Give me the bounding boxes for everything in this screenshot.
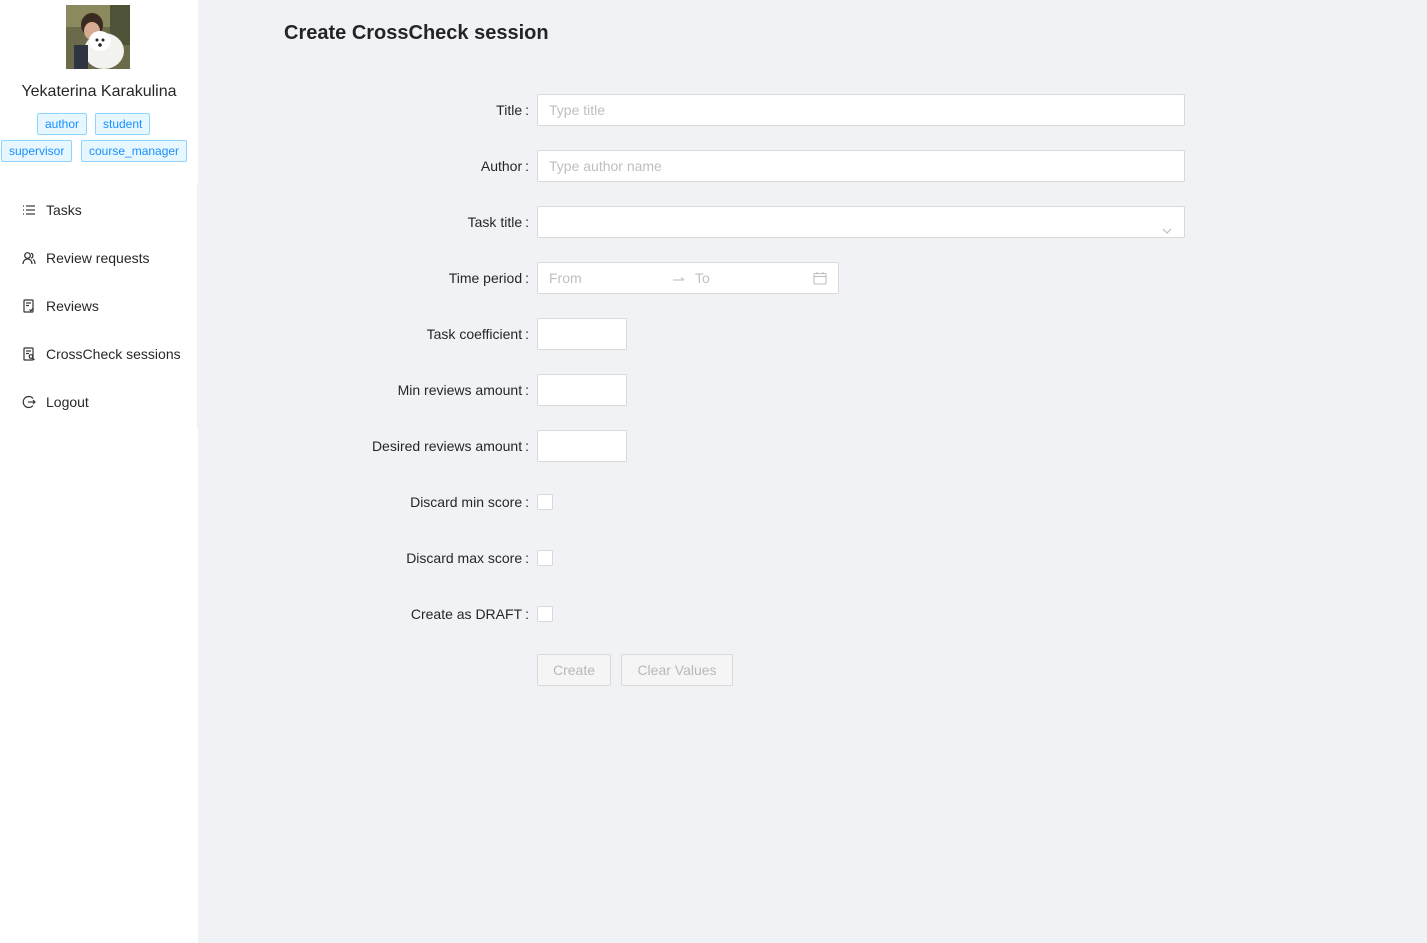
- form-row-task-coefficient: Task coefficient:: [198, 318, 1427, 350]
- task-title-select[interactable]: [537, 206, 1185, 238]
- chevron-down-icon: [1161, 217, 1173, 234]
- form-actions: Create Clear Values: [198, 654, 1427, 686]
- draft-label: Create as DRAFT:: [410, 606, 529, 622]
- form-row-task-title: Task title:: [198, 206, 1427, 238]
- discard-min-checkbox[interactable]: [537, 494, 553, 510]
- form-row-draft: Create as DRAFT:: [198, 598, 1427, 630]
- form-row-discard-max: Discard max score:: [198, 542, 1427, 574]
- list-icon: [22, 203, 36, 217]
- calendar-icon: [813, 271, 827, 285]
- role-tag-course-manager: course_manager: [81, 140, 188, 162]
- form-row-author: Author:: [198, 150, 1427, 182]
- menu-item-label: Reviews: [46, 298, 99, 314]
- menu-item-review-requests[interactable]: Review requests: [0, 238, 197, 278]
- range-from-input[interactable]: From: [549, 263, 582, 293]
- menu-item-label: CrossCheck sessions: [46, 346, 181, 362]
- min-reviews-label: Min reviews amount:: [397, 382, 529, 398]
- form-row-desired-reviews: Desired reviews amount:: [198, 430, 1427, 462]
- create-button[interactable]: Create: [537, 654, 611, 686]
- menu-item-label: Logout: [46, 394, 89, 410]
- discard-max-checkbox[interactable]: [537, 550, 553, 566]
- desired-reviews-label: Desired reviews amount:: [371, 438, 529, 454]
- task-title-label: Task title:: [467, 214, 529, 230]
- users-icon: [22, 251, 36, 265]
- clear-values-button[interactable]: Clear Values: [621, 654, 733, 686]
- title-input[interactable]: [537, 94, 1185, 126]
- min-reviews-input[interactable]: [537, 374, 627, 406]
- title-label: Title:: [496, 102, 529, 118]
- user-name: Yekaterina Karakulina: [21, 83, 177, 100]
- author-label: Author:: [480, 158, 529, 174]
- role-tag-student: student: [95, 113, 151, 135]
- desired-reviews-input[interactable]: [537, 430, 627, 462]
- user-avatar: [66, 5, 130, 69]
- sidebar: Yekaterina Karakulina author student sup…: [0, 0, 198, 943]
- arrow-right-icon: [672, 272, 686, 284]
- discard-min-label: Discard min score:: [410, 494, 529, 510]
- form-row-discard-min: Discard min score:: [198, 486, 1427, 518]
- menu-item-reviews[interactable]: Reviews: [0, 286, 197, 326]
- file-check-icon: [22, 299, 36, 313]
- author-input[interactable]: [537, 150, 1185, 182]
- menu-item-crosscheck-sessions[interactable]: CrossCheck sessions: [0, 334, 197, 374]
- task-coefficient-label: Task coefficient:: [426, 326, 529, 342]
- time-period-label: Time period:: [448, 270, 529, 286]
- menu-item-label: Tasks: [46, 202, 82, 218]
- discard-max-label: Discard max score:: [406, 550, 529, 566]
- menu-item-label: Review requests: [46, 250, 150, 266]
- role-tag-supervisor: supervisor: [1, 140, 73, 162]
- logout-icon: [22, 395, 36, 409]
- range-to-input[interactable]: To: [695, 263, 710, 293]
- role-tag-author: author: [37, 113, 88, 135]
- menu-item-logout[interactable]: Logout: [0, 382, 197, 422]
- page-title: Create CrossCheck session: [284, 22, 549, 44]
- form-row-title: Title:: [198, 94, 1427, 126]
- form-row-min-reviews: Min reviews amount:: [198, 374, 1427, 406]
- time-period-range-picker[interactable]: From To: [537, 262, 839, 294]
- task-coefficient-input[interactable]: [537, 318, 627, 350]
- form-row-time-period: Time period: From To: [198, 262, 1427, 294]
- menu-item-tasks[interactable]: Tasks: [0, 190, 197, 230]
- draft-checkbox[interactable]: [537, 606, 553, 622]
- file-search-icon: [22, 347, 36, 361]
